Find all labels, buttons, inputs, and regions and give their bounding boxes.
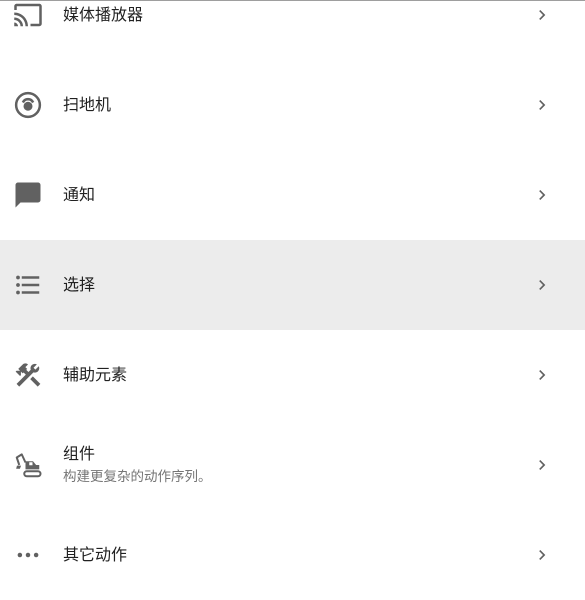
chevron-right-icon (532, 545, 552, 565)
chevron-right-icon (532, 95, 552, 115)
tools-icon (13, 360, 43, 390)
list-item-label: 其它动作 (63, 545, 128, 564)
list-item-notification[interactable]: 通知 (0, 150, 585, 240)
chevron-right-icon (532, 5, 552, 25)
dots-horizontal-icon (13, 540, 43, 570)
list-item-label: 媒体播放器 (63, 5, 144, 24)
cast-icon (13, 0, 43, 30)
chevron-right-icon (532, 455, 552, 475)
message-icon (13, 180, 43, 210)
list-item-label: 扫地机 (63, 95, 112, 114)
list-item-label: 选择 (63, 275, 96, 294)
list-item-helpers[interactable]: 辅助元素 (0, 330, 585, 420)
list-item-description: 构建更复杂的动作序列。 (63, 469, 212, 485)
list-item-other-actions[interactable]: 其它动作 (0, 510, 585, 600)
action-type-list: 媒体播放器 扫地机 通知 选择 辅助元素 组件 构建更复杂的动作序列。 其它动作 (0, 0, 585, 600)
list-item-label: 辅助元素 (63, 365, 128, 384)
robot-vacuum-icon (13, 90, 43, 120)
format-list-bulleted-icon (13, 270, 43, 300)
list-item-vacuum[interactable]: 扫地机 (0, 60, 585, 150)
excavator-icon (13, 450, 43, 480)
list-item-label: 组件 (63, 444, 96, 463)
chevron-right-icon (532, 275, 552, 295)
chevron-right-icon (532, 365, 552, 385)
list-item-media-player[interactable]: 媒体播放器 (0, 0, 585, 60)
chevron-right-icon (532, 185, 552, 205)
list-item-choose[interactable]: 选择 (0, 240, 585, 330)
list-item-building-blocks[interactable]: 组件 构建更复杂的动作序列。 (0, 420, 585, 510)
list-item-label: 通知 (63, 185, 96, 204)
